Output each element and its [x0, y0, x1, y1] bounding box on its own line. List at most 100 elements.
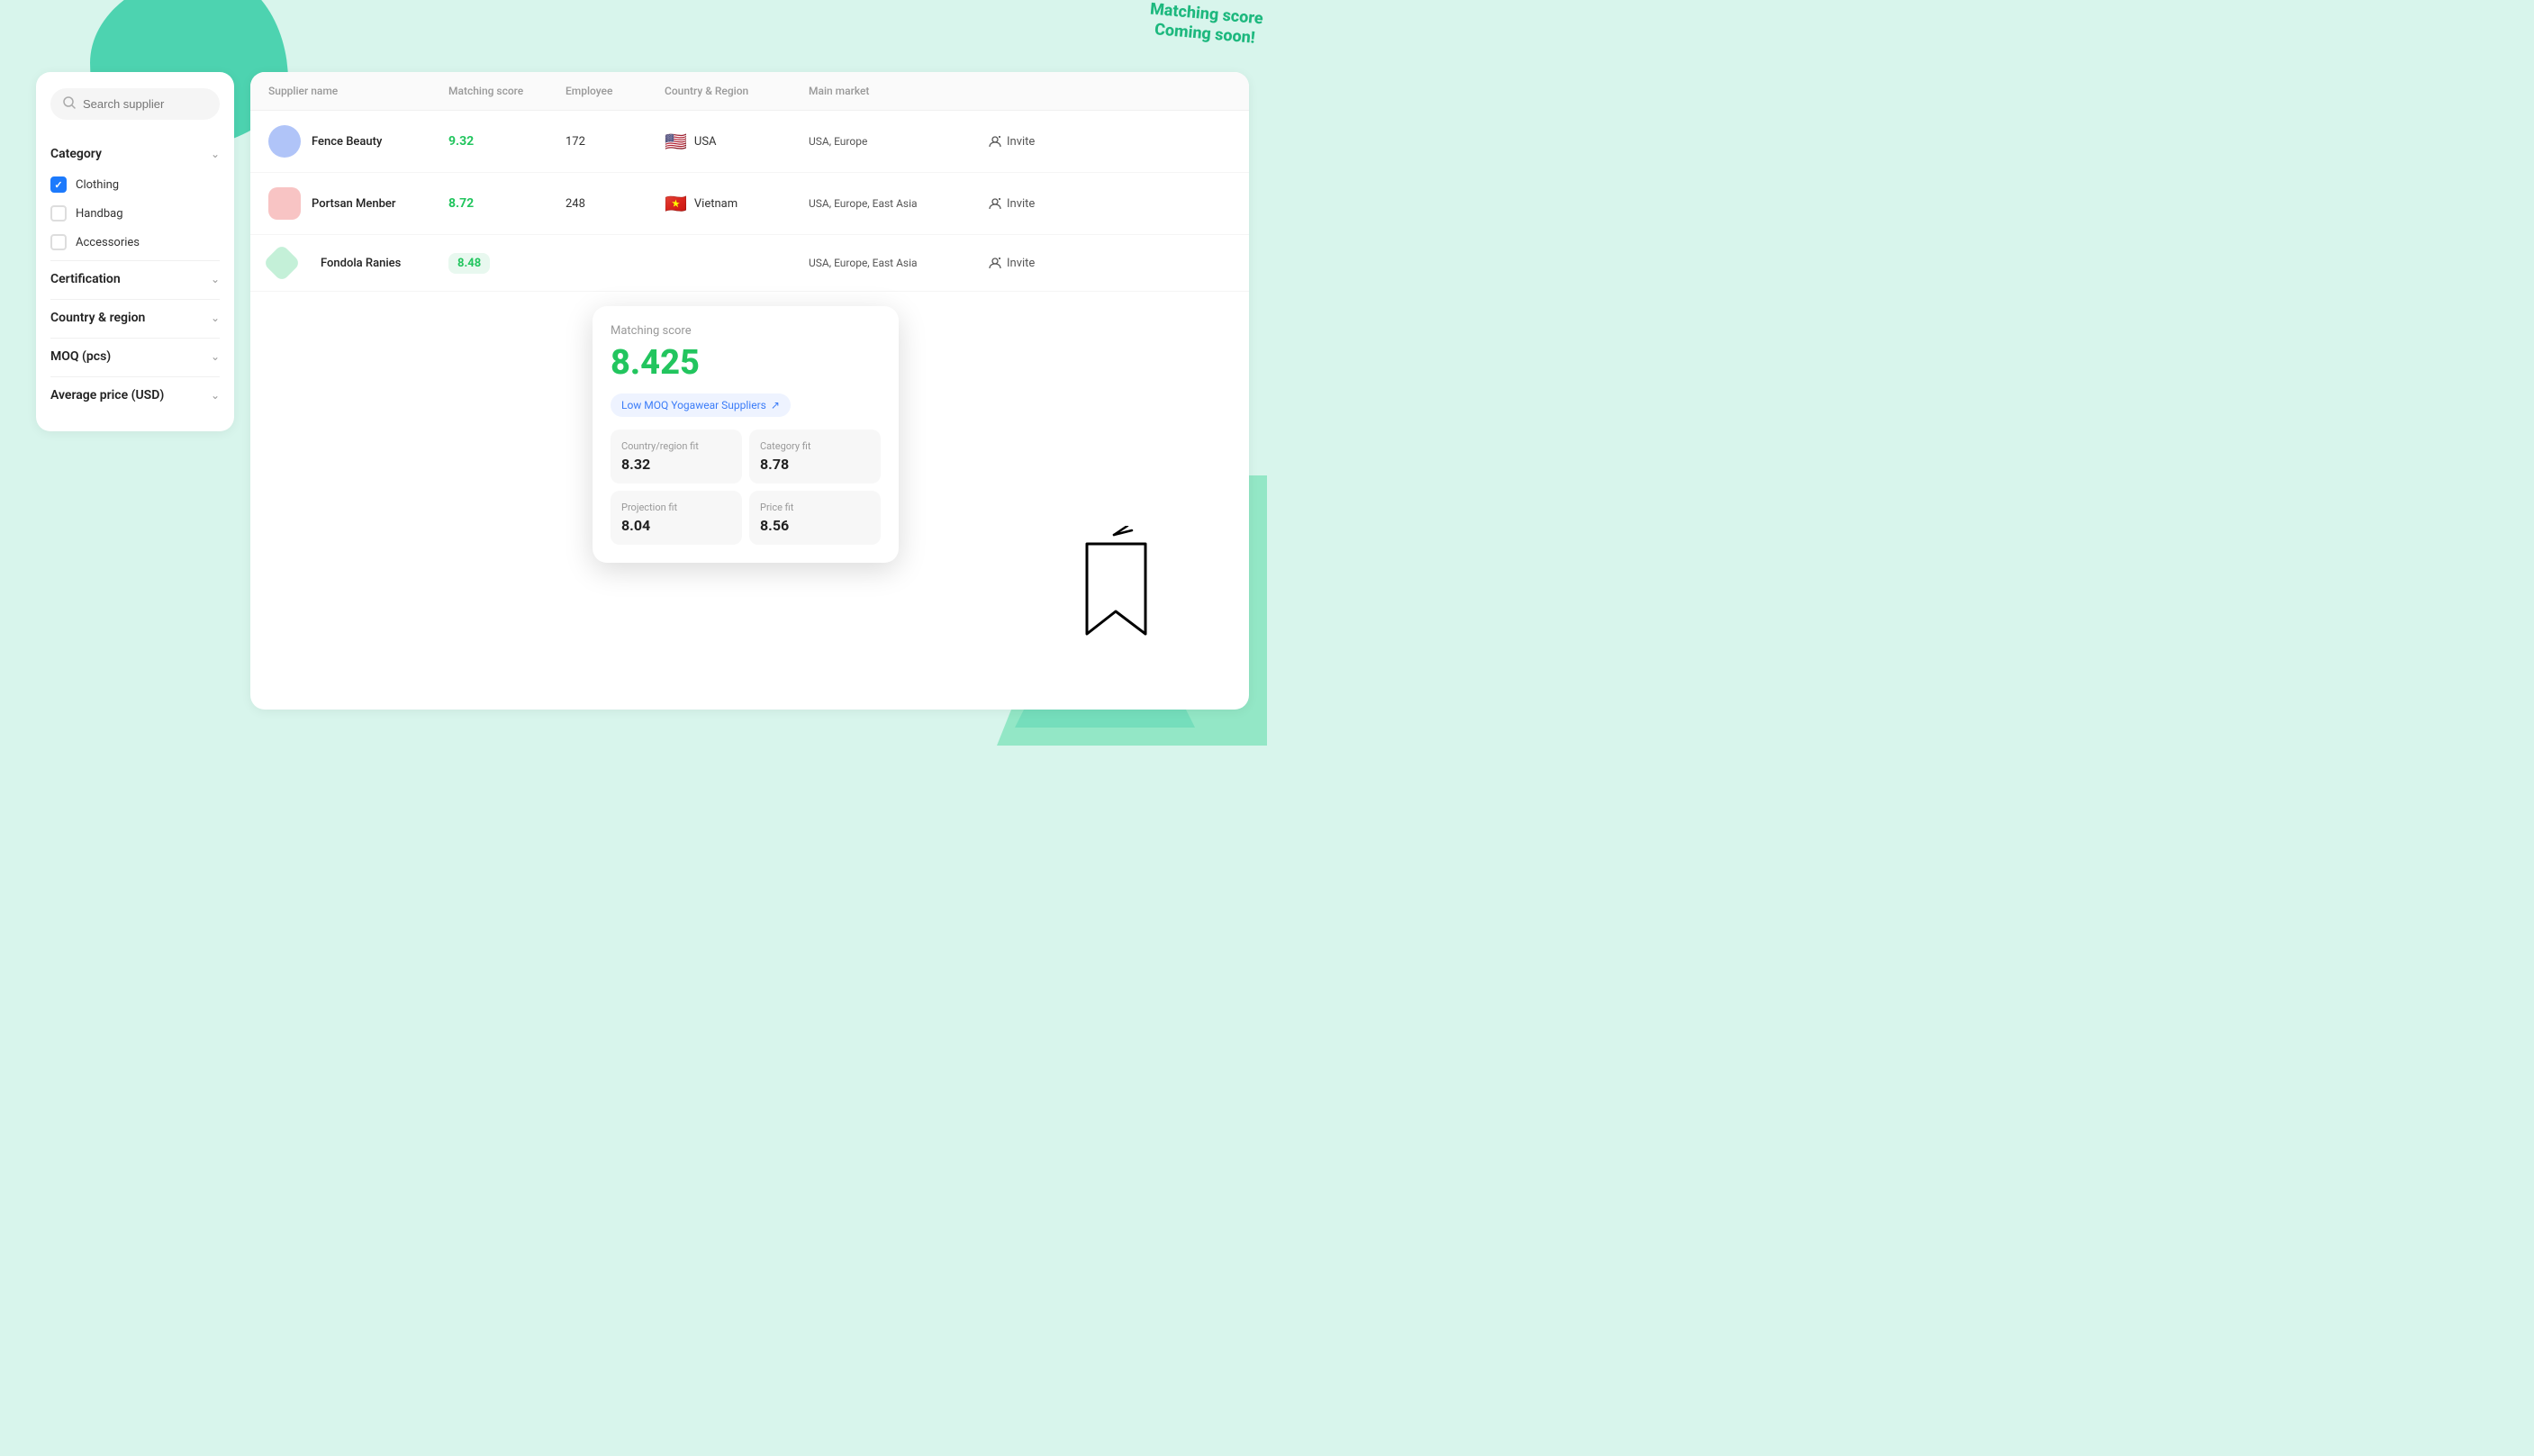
search-box[interactable] [50, 88, 220, 120]
tooltip-price-fit-value: 8.56 [760, 517, 870, 534]
col-country-region: Country & Region [665, 85, 809, 97]
bookmark-drawing [1060, 526, 1168, 656]
handbag-checkbox[interactable] [50, 205, 67, 222]
country-fence-beauty: 🇺🇸 USA [665, 131, 809, 152]
score-fondola: 8.48 [448, 253, 566, 274]
accessories-label: Accessories [76, 236, 140, 249]
tooltip-country-fit-value: 8.32 [621, 456, 731, 473]
invite-label-fence-beauty: Invite [1007, 135, 1035, 149]
invite-fondola[interactable]: Invite [989, 257, 1061, 270]
handbag-label: Handbag [76, 207, 123, 221]
search-icon [63, 95, 76, 113]
avg-price-filter-section: Average price (USD) ⌄ [50, 379, 220, 411]
avg-price-filter-title: Average price (USD) [50, 388, 164, 402]
table-row: Fondola Ranies 8.48 USA, Europe, East As… [250, 235, 1249, 292]
country-name-fence-beauty: USA [694, 135, 717, 149]
col-employee: Employee [566, 85, 665, 97]
tooltip-card-country-fit: Country/region fit 8.32 [611, 430, 742, 484]
matching-score-badge: Matching score Coming soon! [1148, 0, 1264, 49]
clothing-label: Clothing [76, 178, 119, 192]
col-supplier-name: Supplier name [268, 85, 448, 97]
certification-filter-title: Certification [50, 272, 121, 286]
flag-fence-beauty: 🇺🇸 [665, 131, 687, 152]
country-region-filter-header[interactable]: Country & region ⌄ [50, 302, 220, 334]
table-header: Supplier name Matching score Employee Co… [250, 72, 1249, 111]
table-row: Fence Beauty 9.32 172 🇺🇸 USA USA, Europe… [250, 111, 1249, 173]
category-chevron-icon: ⌄ [211, 148, 220, 160]
filter-divider-2 [50, 299, 220, 300]
invite-fence-beauty[interactable]: Invite [989, 135, 1061, 149]
accessories-checkbox-item[interactable]: Accessories [50, 228, 220, 257]
invite-label-portsan: Invite [1007, 197, 1035, 211]
tooltip-card-price-fit: Price fit 8.56 [749, 491, 881, 545]
tooltip-card-projection-fit: Projection fit 8.04 [611, 491, 742, 545]
accessories-checkbox[interactable] [50, 234, 67, 250]
filter-divider-3 [50, 338, 220, 339]
country-name-portsan: Vietnam [694, 197, 738, 211]
category-filter-header[interactable]: Category ⌄ [50, 138, 220, 170]
market-fondola: USA, Europe, East Asia [809, 257, 989, 269]
col-main-market: Main market [809, 85, 989, 97]
supplier-cell-fence-beauty: Fence Beauty [268, 125, 448, 158]
certification-chevron-icon: ⌄ [211, 273, 220, 285]
moq-filter-section: MOQ (pcs) ⌄ [50, 340, 220, 373]
tooltip-category-fit-value: 8.78 [760, 456, 870, 473]
avg-price-chevron-icon: ⌄ [211, 389, 220, 402]
market-fence-beauty: USA, Europe [809, 135, 989, 148]
employee-portsan: 248 [566, 197, 665, 211]
country-region-filter-title: Country & region [50, 311, 145, 325]
clothing-checkbox[interactable] [50, 176, 67, 193]
tooltip-title: Matching score [611, 324, 881, 338]
avg-price-filter-header[interactable]: Average price (USD) ⌄ [50, 379, 220, 411]
invite-icon-fence-beauty [989, 135, 1001, 148]
certification-filter-section: Certification ⌄ [50, 263, 220, 295]
tooltip-category-fit-label: Category fit [760, 440, 870, 452]
col-action [989, 85, 1061, 97]
tooltip-price-fit-label: Price fit [760, 502, 870, 513]
search-input[interactable] [83, 97, 207, 111]
tooltip-projection-fit-label: Projection fit [621, 502, 731, 513]
supplier-name-fence-beauty: Fence Beauty [312, 135, 382, 149]
country-region-chevron-icon: ⌄ [211, 312, 220, 324]
supplier-cell-portsan: Portsan Menber [268, 187, 448, 220]
avatar-fence-beauty [268, 125, 301, 158]
invite-portsan[interactable]: Invite [989, 197, 1061, 211]
tooltip-link[interactable]: Low MOQ Yogawear Suppliers ↗ [611, 393, 791, 417]
score-fence-beauty: 9.32 [448, 134, 566, 149]
table-panel: Supplier name Matching score Employee Co… [250, 72, 1249, 710]
score-portsan: 8.72 [448, 196, 566, 211]
supplier-cell-fondola: Fondola Ranies [268, 249, 448, 276]
table-row: Portsan Menber 8.72 248 🇻🇳 Vietnam USA, … [250, 173, 1249, 235]
col-matching-score: Matching score [448, 85, 566, 97]
tooltip-country-fit-label: Country/region fit [621, 440, 731, 452]
invite-icon-fondola [989, 257, 1001, 269]
clothing-checkbox-item[interactable]: Clothing [50, 170, 220, 199]
country-portsan: 🇻🇳 Vietnam [665, 193, 809, 214]
tooltip-link-icon: ↗ [771, 399, 780, 411]
filter-divider-4 [50, 376, 220, 377]
tooltip-grid: Country/region fit 8.32 Category fit 8.7… [611, 430, 881, 545]
employee-fence-beauty: 172 [566, 135, 665, 149]
main-container: Category ⌄ Clothing Handbag Accessories … [36, 72, 1249, 710]
category-filter-section: Category ⌄ Clothing Handbag Accessories [50, 138, 220, 257]
market-portsan: USA, Europe, East Asia [809, 197, 989, 210]
avatar-fondola [263, 244, 301, 282]
avatar-portsan [268, 187, 301, 220]
category-filter-title: Category [50, 147, 102, 161]
moq-filter-title: MOQ (pcs) [50, 349, 111, 364]
flag-portsan: 🇻🇳 [665, 193, 687, 214]
tooltip-projection-fit-value: 8.04 [621, 517, 731, 534]
tooltip-score: 8.425 [611, 343, 881, 383]
sidebar: Category ⌄ Clothing Handbag Accessories … [36, 72, 234, 431]
supplier-name-fondola: Fondola Ranies [321, 257, 401, 270]
handbag-checkbox-item[interactable]: Handbag [50, 199, 220, 228]
matching-score-tooltip: Matching score 8.425 Low MOQ Yogawear Su… [593, 306, 899, 563]
filter-divider-1 [50, 260, 220, 261]
moq-chevron-icon: ⌄ [211, 350, 220, 363]
moq-filter-header[interactable]: MOQ (pcs) ⌄ [50, 340, 220, 373]
invite-icon-portsan [989, 197, 1001, 210]
certification-filter-header[interactable]: Certification ⌄ [50, 263, 220, 295]
tooltip-card-category-fit: Category fit 8.78 [749, 430, 881, 484]
tooltip-link-label: Low MOQ Yogawear Suppliers [621, 399, 766, 411]
invite-label-fondola: Invite [1007, 257, 1035, 270]
